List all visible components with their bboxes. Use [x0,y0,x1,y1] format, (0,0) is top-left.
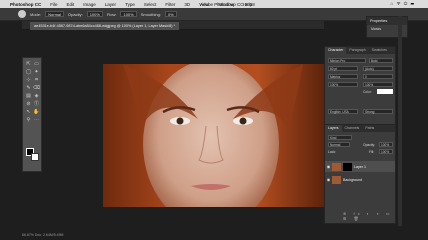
menu-app-name[interactable]: Photoshop CC [10,2,41,7]
tab-swatches[interactable]: Swatches [369,47,390,54]
eyedropper-tool-icon[interactable]: ⌗ [33,77,40,83]
menu-type[interactable]: Type [125,2,135,7]
tab-channels[interactable]: Channels [342,125,363,132]
portrait-image [103,64,324,207]
character-panel: Character Paragraph Swatches Minion Pro … [324,46,396,128]
magic-wand-tool-icon[interactable]: ✦ [33,69,40,75]
layers-footer-icons[interactable]: ⊕ fx ◐ ◑ ▭ ⊞ 🗑 [343,211,395,221]
marquee-tool-icon[interactable]: ▭ [33,61,40,67]
opacity-field[interactable]: 100% [86,11,103,17]
menu-3d[interactable]: 3D [184,2,190,7]
tab-character[interactable]: Character [325,47,347,54]
tools-panel: ⇱ ▭ ◯ ✦ ⊹ ⌗ ✎ ⌫ ▤ ◈ ⊘ Ⓣ ↖ ✋ ⚲ ⋯ [22,57,42,172]
menu-select[interactable]: Select [144,2,157,7]
brush-preset-icon[interactable] [18,10,26,18]
fill-field[interactable]: 100% [379,149,393,154]
brush-tool-icon[interactable]: ✎ [25,85,32,91]
color-label: Color: [363,90,372,94]
layers-panel: Layers Channels Paths Kind Normal Opacit… [324,124,396,224]
layer-opacity-label: Opacity: [363,143,376,147]
kerning-field[interactable]: 0 [363,74,393,79]
menu-file[interactable]: File [50,2,57,7]
gradient-tool-icon[interactable]: ▤ [25,93,32,99]
document-tab[interactable]: ae4531e-b4f-4567-987d-abe6a54cc468-edgjp… [30,22,180,30]
menu-edit[interactable]: Edit [67,2,75,7]
fill-label: Fill: [369,150,375,154]
tab-paragraph[interactable]: Paragraph [346,47,368,54]
horizontal-scale-field[interactable]: 100% [363,82,393,87]
visibility-eye-icon[interactable]: ◉ [325,164,332,169]
document-tab-bar: ae4531e-b4f-4567-987d-abe6a54cc468-edgjp… [22,21,324,30]
menu-image[interactable]: Image [83,2,96,7]
smoothing-field[interactable]: 0% [164,11,177,17]
tab-layers[interactable]: Layers [325,125,342,132]
document-canvas[interactable] [103,64,324,207]
language-select[interactable]: English: USA [328,109,358,114]
layer-name: Layer 1 [354,164,366,169]
eraser-tool-icon[interactable]: ⌫ [33,85,40,91]
lasso-tool-icon[interactable]: ◯ [25,69,32,75]
blur-tool-icon[interactable]: ◈ [33,93,40,99]
text-color-swatch[interactable] [377,89,393,94]
lock-label: Lock: [328,150,336,154]
background-color-swatch[interactable] [31,153,39,161]
more-tools-icon[interactable]: ⋯ [33,117,40,123]
path-selection-tool-icon[interactable]: ↖ [25,109,32,115]
tab-paths[interactable]: Paths [362,125,377,132]
layer-thumbnail [332,175,341,184]
options-bar: Mode: Normal Opacity: 100% Flow: 100% Sm… [0,8,428,21]
flow-field[interactable]: 100% [120,11,137,17]
blend-mode-select[interactable]: Normal [328,142,350,147]
mode-select[interactable]: Normal [45,11,65,17]
status-icons: ⌂ ᯤ ⏻ ☰ [390,1,415,6]
font-style-select[interactable]: Bold [369,58,393,63]
layer-opacity-field[interactable]: 100% [379,142,393,147]
opacity-label: Opacity: [68,11,83,17]
visibility-eye-icon[interactable]: ◉ [325,177,332,182]
tracking-field[interactable]: Metrics [328,74,358,79]
zoom-tool-icon[interactable]: ⚲ [25,117,32,123]
leading-field[interactable]: (Auto) [363,66,393,71]
panel-dock-strip [398,16,402,226]
menu-filter[interactable]: Filter [165,2,175,7]
font-family-select[interactable]: Minion Pro [328,58,366,63]
mode-label: Mode: [30,11,42,17]
flow-label: Flow: [106,11,117,17]
menu-bar: Photoshop CC File Edit Image Layer Type … [0,0,428,8]
layer-name: Background [343,177,363,182]
hand-tool-icon[interactable]: ✋ [33,109,40,115]
dodge-tool-icon[interactable]: ⊘ [25,101,32,107]
status-bar: 66.67% Doc: 2.64M/5.49M [22,233,64,237]
font-size-field[interactable]: 60 pt [328,66,358,71]
menu-layer[interactable]: Layer [105,2,116,7]
window-title: Adobe Photoshop CC 2018 [200,1,255,7]
layer-filter-kind[interactable]: Kind [328,135,352,140]
layer-thumbnail [332,162,341,171]
antialias-select[interactable]: Strong [363,109,393,114]
vertical-scale-field[interactable]: 100% [328,82,358,87]
type-tool-icon[interactable]: Ⓣ [33,101,40,107]
crop-tool-icon[interactable]: ⊹ [25,77,32,83]
move-tool-icon[interactable]: ⇱ [25,61,32,67]
layer-row[interactable]: ◉ Layer 1 [325,161,395,172]
layer-row[interactable]: ◉ Background [325,174,395,185]
smoothing-label: Smoothing: [140,11,161,17]
layer-mask-thumbnail[interactable] [343,162,352,171]
